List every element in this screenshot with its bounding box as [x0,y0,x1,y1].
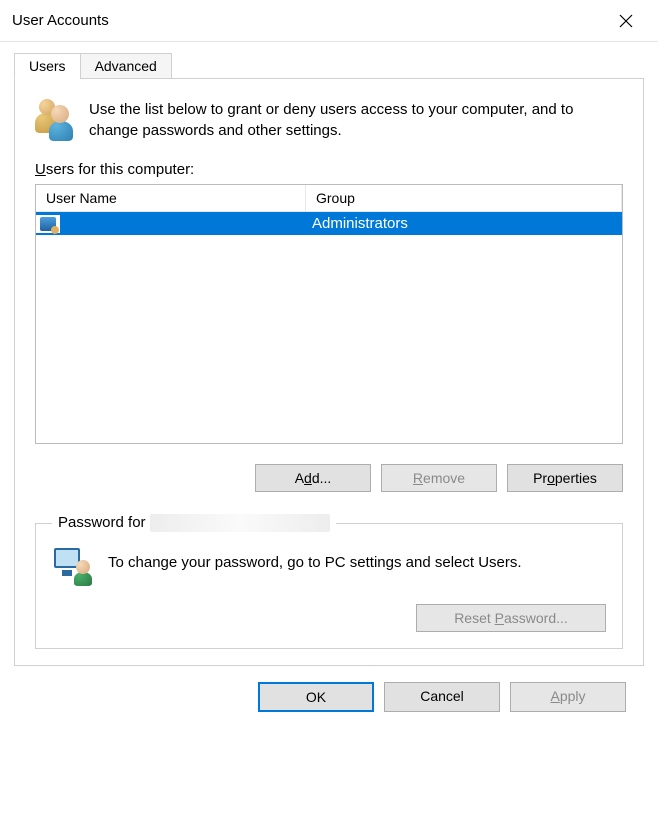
password-groupbox: Password for To change your password, go… [35,514,623,649]
tab-users[interactable]: Users [14,53,81,79]
password-text: To change your password, go to PC settin… [108,546,522,571]
list-header: User Name Group [36,185,622,212]
table-row[interactable]: Administrators [36,212,622,235]
close-icon[interactable] [610,5,642,37]
password-legend: Password for [52,514,336,532]
password-icon [52,546,92,586]
users-icon [35,99,75,139]
dialog-button-row: OK Cancel Apply [14,666,644,730]
tab-strip: Users Advanced [14,53,644,79]
add-button[interactable]: Add... [255,464,371,492]
user-buttons-row: Add... Remove Properties [35,464,623,492]
intro-row: Use the list below to grant or deny user… [35,99,623,141]
window-title: User Accounts [12,12,109,29]
intro-text: Use the list below to grant or deny user… [89,99,623,141]
remove-button: Remove [381,464,497,492]
tab-panel-users: Use the list below to grant or deny user… [14,78,644,666]
cell-group: Administrators [306,212,622,235]
cell-username [60,221,306,227]
reset-password-button: Reset Password... [416,604,606,632]
column-header-group[interactable]: Group [306,185,622,211]
list-label: Users for this computer: [35,161,623,178]
cancel-button[interactable]: Cancel [384,682,500,712]
titlebar: User Accounts [0,0,658,42]
tab-advanced[interactable]: Advanced [80,53,172,79]
user-entry-icon [40,217,56,231]
column-header-username[interactable]: User Name [36,185,306,211]
redacted-username [150,514,330,532]
users-listview[interactable]: User Name Group Administrators [35,184,623,444]
properties-button[interactable]: Properties [507,464,623,492]
apply-button: Apply [510,682,626,712]
ok-button[interactable]: OK [258,682,374,712]
